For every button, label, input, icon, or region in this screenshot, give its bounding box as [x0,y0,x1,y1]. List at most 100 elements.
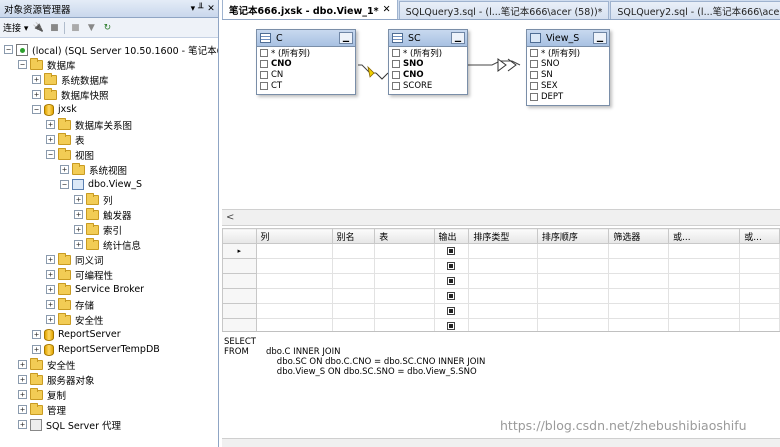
tree-node[interactable]: + 触发器 [0,207,218,222]
grid-cell[interactable] [608,243,669,259]
expand-icon[interactable]: + [74,225,83,234]
expand-icon[interactable]: + [46,300,55,309]
scroll-left-icon[interactable]: < [226,212,234,223]
column-row[interactable]: CN [257,69,355,80]
grid-cell[interactable] [255,273,333,289]
grid-cell[interactable] [536,243,610,259]
tree-node[interactable]: + 存储 [0,297,218,312]
column-row[interactable]: CNO [257,58,355,69]
expand-icon[interactable]: + [18,390,27,399]
column-row[interactable]: CNO [389,69,467,80]
grid-column-header[interactable]: 列 [255,228,333,244]
column-checkbox[interactable] [392,48,400,57]
grid-cell[interactable] [374,273,435,289]
tree-node[interactable]: + 同义词 [0,252,218,267]
expand-icon[interactable]: + [46,135,55,144]
grid-column-header[interactable]: 输出 [433,228,470,244]
column-checkbox[interactable] [392,59,400,68]
grid-cell[interactable] [255,258,333,274]
grid-cell[interactable] [667,303,741,319]
expand-icon[interactable]: + [18,360,27,369]
column-checkbox[interactable] [392,81,400,90]
grid-cell[interactable] [667,273,741,289]
grid-row[interactable] [222,273,780,289]
grid-cell[interactable] [608,258,669,274]
grid-column-header[interactable]: 排序顺序 [536,228,610,244]
tree-node[interactable]: + 数据库关系图 [0,117,218,132]
grid-column-header[interactable]: 筛选器 [608,228,669,244]
expand-icon[interactable]: + [74,210,83,219]
grid-row[interactable] [222,303,780,319]
filter-icon[interactable]: ▼ [85,22,97,34]
grid-cell[interactable] [739,288,780,304]
column-checkbox[interactable] [260,70,268,79]
expand-icon[interactable]: + [18,405,27,414]
grid-cell[interactable] [331,258,376,274]
expand-icon[interactable]: + [46,255,55,264]
grid-cell[interactable] [667,258,741,274]
grid-cell[interactable] [331,288,376,304]
grid-cell[interactable] [468,288,538,304]
column-row[interactable]: SEX [527,80,609,91]
column-row[interactable]: * (所有列) [389,47,467,59]
grid-row[interactable]: ▸ [222,243,780,259]
column-row[interactable]: SN [527,69,609,80]
grid-cell[interactable] [739,258,780,274]
column-row[interactable]: DEPT [527,91,609,102]
diagram-horizontal-scrollbar[interactable]: < [222,209,780,226]
column-checkbox[interactable] [530,59,538,68]
tree-node[interactable]: + Service Broker [0,282,218,297]
column-row[interactable]: SNO [389,58,467,69]
tree-node[interactable]: − 视图 [0,147,218,162]
expand-icon[interactable]: + [32,75,41,84]
column-row[interactable]: CT [257,80,355,91]
grid-cell[interactable] [374,258,435,274]
tree-node[interactable]: + 表 [0,132,218,147]
tree-node[interactable]: + 服务器对象 [0,372,218,387]
document-tab[interactable]: SQLQuery3.sql - (l...笔记本666\acer (58))* [398,1,610,19]
tree-node[interactable]: + 管理 [0,402,218,417]
grid-cell[interactable] [739,303,780,319]
grid-cell[interactable] [255,318,333,331]
grid-column-header[interactable]: 或... [667,228,741,244]
tree-node[interactable]: + ReportServerTempDB [0,342,218,357]
refresh-icon[interactable]: ↻ [101,22,113,34]
row-selector[interactable] [222,273,257,289]
column-checkbox[interactable] [530,92,538,101]
grid-cell[interactable] [667,243,741,259]
tree-node[interactable]: − jxsk [0,102,218,117]
column-row[interactable]: * (所有列) [257,47,355,59]
row-selector[interactable] [222,318,257,331]
document-tab[interactable]: 笔记本666.jxsk - dbo.View_1* ✕ [222,0,398,19]
expand-icon[interactable]: + [46,285,55,294]
grid-cell[interactable] [536,288,610,304]
row-selector[interactable]: ▸ [222,243,257,259]
grid-cell[interactable] [255,303,333,319]
column-row[interactable]: SCORE [389,80,467,91]
tree-node[interactable]: + 安全性 [0,357,218,372]
expand-icon[interactable]: + [46,270,55,279]
output-checkbox[interactable] [433,258,470,274]
collapse-icon[interactable]: − [4,45,13,54]
close-tab-icon[interactable]: ✕ [383,4,391,15]
expand-icon[interactable]: + [32,345,41,354]
grid-cell[interactable] [255,288,333,304]
grid-cell[interactable] [331,243,376,259]
grid-cell[interactable] [374,303,435,319]
grid-row[interactable] [222,258,780,274]
grid-cell[interactable] [739,243,780,259]
row-selector[interactable] [222,288,257,304]
grid-cell[interactable] [608,288,669,304]
column-checkbox[interactable] [530,81,538,90]
grid-cell[interactable] [608,318,669,331]
minimize-button[interactable]: ▁ [339,32,353,44]
grid-cell[interactable] [255,243,333,259]
grid-row[interactable] [222,318,780,331]
grid-row[interactable] [222,288,780,304]
tree-node[interactable]: − 数据库 [0,57,218,72]
table-header[interactable]: SC ▁ [389,30,467,47]
column-checkbox[interactable] [260,81,268,90]
collapse-icon[interactable]: − [60,180,69,189]
grid-cell[interactable] [667,318,741,331]
document-tab[interactable]: SQLQuery2.sql - (l...笔记本666\acer (51))* [610,1,780,19]
